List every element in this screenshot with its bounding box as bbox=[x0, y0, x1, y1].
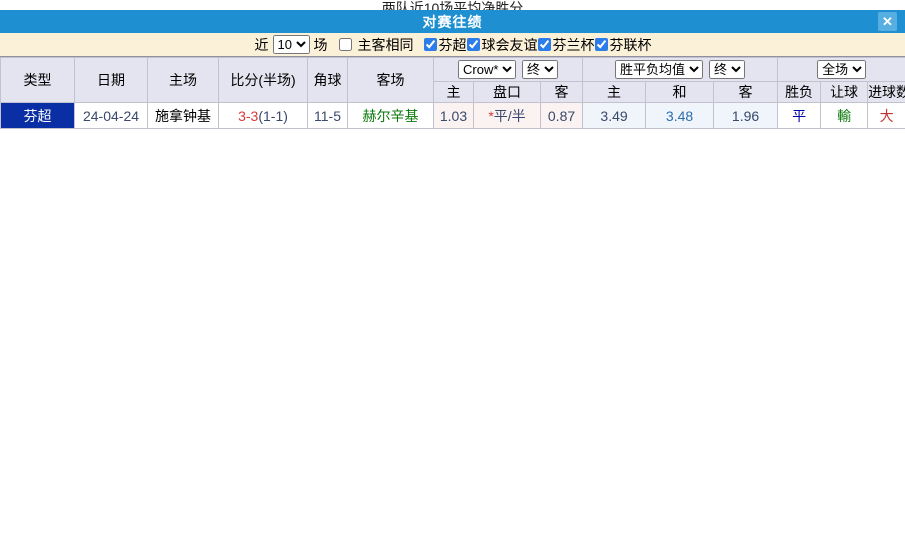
europe-odds-type-select[interactable]: 胜平负均值 bbox=[615, 60, 704, 79]
col-header-corners: 角球 bbox=[307, 57, 348, 103]
result-scope-select[interactable]: 全场 bbox=[817, 60, 867, 79]
fulltime-score: 3-3 bbox=[238, 107, 259, 124]
sub-header-ah-line: 盘口 bbox=[473, 81, 541, 103]
goals-result-cell: 大 bbox=[867, 102, 905, 129]
filter-bar: 近 10 场 主客相同 芬超 球会友谊 芬兰杯 芬联杯 bbox=[0, 33, 905, 57]
league-label-finland-cup[interactable]: 芬兰杯 bbox=[553, 35, 595, 55]
league-label-club-friendly[interactable]: 球会友谊 bbox=[482, 35, 538, 55]
same-venue-checkbox[interactable] bbox=[338, 38, 352, 51]
matches-label: 场 bbox=[313, 36, 328, 53]
ah-line-text: 平/半 bbox=[493, 107, 526, 124]
sub-header-goals: 进球数 bbox=[867, 81, 905, 103]
near-label: 近 bbox=[254, 36, 269, 53]
col-header-away: 客场 bbox=[347, 57, 434, 103]
handicap-stage-select[interactable]: 终 bbox=[522, 60, 559, 79]
score-cell: 3-3(1-1) bbox=[218, 102, 308, 129]
ah-line-cell: *平/半 bbox=[473, 102, 541, 129]
league-label-finland-premier[interactable]: 芬超 bbox=[439, 35, 467, 55]
sub-header-wdl: 胜负 bbox=[777, 81, 822, 103]
sub-header-eu-draw: 和 bbox=[645, 81, 715, 103]
sub-header-eu-away: 客 bbox=[713, 81, 779, 103]
handicap-group-header: Crow* 终 bbox=[432, 57, 584, 82]
same-venue-label[interactable]: 主客相同 bbox=[358, 35, 414, 55]
clipped-header-text: 两队近10场平均净胜分 bbox=[381, 0, 524, 10]
league-checkbox-finland-cup[interactable] bbox=[537, 38, 551, 51]
date-cell: 24-04-24 bbox=[74, 102, 148, 129]
europe-odds-group-header: 胜平负均值 终 bbox=[582, 57, 779, 82]
europe-odds-stage-select[interactable]: 终 bbox=[709, 60, 746, 79]
col-header-score: 比分(半场) bbox=[218, 57, 308, 103]
result-group-header: 全场 bbox=[777, 57, 905, 82]
h2h-table: 类型 日期 主场 比分(半场) 角球 客场 Crow* 终 胜平负均值 终 全场… bbox=[0, 57, 905, 129]
table-row: 芬超 24-04-24 施拿钟基 3-3(1-1) 11-5 赫尔辛基 1.03… bbox=[0, 102, 905, 129]
league-checkbox-club-friendly[interactable] bbox=[466, 38, 480, 51]
halftime-score: (1-1) bbox=[258, 107, 288, 124]
ah-away-odds-cell: 0.87 bbox=[539, 102, 584, 129]
wdl-result-cell: 平 bbox=[777, 102, 822, 129]
handicap-company-select[interactable]: Crow* bbox=[458, 60, 517, 79]
col-header-home: 主场 bbox=[147, 57, 219, 103]
col-header-date: 日期 bbox=[74, 57, 148, 103]
away-team-cell: 赫尔辛基 bbox=[347, 102, 434, 129]
eu-home-odds-cell: 3.49 bbox=[582, 102, 647, 129]
league-cell: 芬超 bbox=[0, 102, 75, 129]
close-icon[interactable]: ✕ bbox=[878, 12, 897, 31]
corners-cell: 11-5 bbox=[307, 102, 348, 129]
league-checkbox-finland-league-cup[interactable] bbox=[594, 38, 608, 51]
home-team-cell: 施拿钟基 bbox=[147, 102, 219, 129]
col-header-type: 类型 bbox=[0, 57, 75, 103]
dialog-title: 对赛往绩 bbox=[422, 13, 483, 30]
sub-header-ah-away: 客 bbox=[539, 81, 584, 103]
eu-away-odds-cell: 1.96 bbox=[713, 102, 779, 129]
league-checkbox-finland-premier[interactable] bbox=[423, 38, 437, 51]
sub-header-ah-home: 主 bbox=[433, 81, 474, 103]
sub-header-ah-result: 让球 bbox=[820, 81, 869, 103]
dialog-title-bar: 对赛往绩 ✕ bbox=[0, 10, 905, 33]
eu-draw-odds-cell: 3.48 bbox=[645, 102, 715, 129]
match-count-select[interactable]: 10 bbox=[272, 35, 310, 54]
sub-header-eu-home: 主 bbox=[582, 81, 647, 103]
ah-result-cell: 輸 bbox=[820, 102, 869, 129]
ah-home-odds-cell: 1.03 bbox=[433, 102, 474, 129]
league-label-finland-league-cup[interactable]: 芬联杯 bbox=[610, 35, 652, 55]
